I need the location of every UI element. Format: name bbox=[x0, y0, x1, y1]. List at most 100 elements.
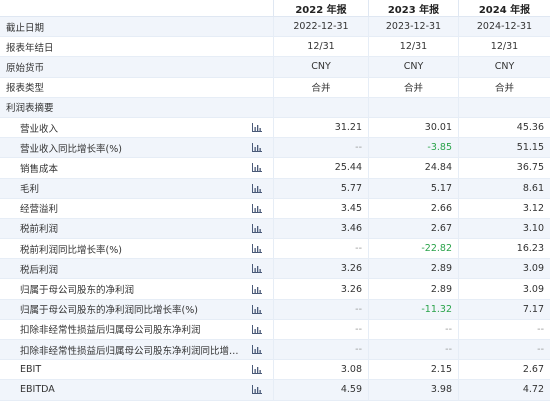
cell-value: 2.66 bbox=[368, 198, 458, 218]
cell-value: 2024-12-31 bbox=[458, 17, 550, 37]
cell-value: 2022-12-31 bbox=[273, 17, 368, 37]
cell-value: 7.17 bbox=[458, 299, 550, 319]
bar-chart-icon[interactable] bbox=[241, 279, 273, 298]
cell-value: -- bbox=[368, 340, 458, 360]
column-header-2023[interactable]: 2023 年报 bbox=[368, 0, 458, 16]
cell-value: 合并 bbox=[273, 77, 368, 97]
table-row: 税前利润 3.46 2.67 3.10 bbox=[0, 218, 550, 240]
cell-value: 8.61 bbox=[458, 178, 550, 198]
cell-value: 12/31 bbox=[458, 37, 550, 57]
header-icon-spacer bbox=[241, 0, 273, 16]
bar-chart-icon[interactable] bbox=[241, 320, 273, 339]
row-label: 报表年结日 bbox=[6, 42, 54, 54]
column-header-2022[interactable]: 2022 年报 bbox=[273, 0, 368, 16]
row-label: 扣除非经常性损益后归属母公司股东净利润 bbox=[20, 325, 201, 337]
row-label: 毛利 bbox=[20, 184, 40, 196]
cell-value: 3.26 bbox=[273, 259, 368, 279]
bar-chart-icon[interactable] bbox=[241, 239, 273, 258]
cell-value: 30.01 bbox=[368, 117, 458, 138]
row-label: EBIT bbox=[20, 364, 42, 376]
cell-value: 45.36 bbox=[458, 117, 550, 138]
cell-value: -3.85 bbox=[368, 138, 458, 158]
row-label: 经营溢利 bbox=[20, 204, 59, 216]
bar-chart-icon[interactable] bbox=[241, 340, 273, 359]
row-label: 税前利润 bbox=[20, 224, 59, 236]
table-row: 扣除非经常性损益后归属母公司股东净利润 -- -- -- bbox=[0, 319, 550, 340]
cell-value: 51.15 bbox=[458, 138, 550, 158]
cell-value: 3.08 bbox=[273, 360, 368, 380]
bar-chart-icon[interactable] bbox=[241, 300, 273, 319]
cell-value: 3.46 bbox=[273, 218, 368, 239]
meta-row: 报表类型 合并 合并 合并 bbox=[0, 77, 550, 98]
row-label: 税后利润 bbox=[20, 264, 59, 276]
cell-value: 2.67 bbox=[458, 360, 550, 380]
bar-chart-icon[interactable] bbox=[241, 138, 273, 157]
cell-value: 2.89 bbox=[368, 279, 458, 299]
cell-value: 3.09 bbox=[458, 279, 550, 299]
icon-spacer bbox=[241, 78, 273, 97]
cell-value: 3.45 bbox=[273, 198, 368, 218]
column-header-2024[interactable]: 2024 年报 bbox=[458, 0, 550, 16]
table-row: 扣除非经常性损益后归属母公司股东净利润同比增长... -- -- -- bbox=[0, 340, 550, 361]
section-title: 利润表摘要 bbox=[6, 103, 54, 115]
icon-spacer bbox=[241, 98, 273, 117]
cell-value: 3.26 bbox=[273, 279, 368, 299]
cell-value: 12/31 bbox=[273, 37, 368, 57]
cell-value: 5.77 bbox=[273, 178, 368, 198]
table-row: 归属于母公司股东的净利润同比增长率(%) -- -11.32 7.17 bbox=[0, 299, 550, 320]
cell-value: -- bbox=[458, 319, 550, 339]
meta-row: 原始货币 CNY CNY CNY bbox=[0, 57, 550, 78]
row-label: 归属于母公司股东的净利润同比增长率(%) bbox=[20, 305, 198, 317]
table-row: 经营溢利 3.45 2.66 3.12 bbox=[0, 198, 550, 219]
cell-value: -- bbox=[273, 319, 368, 339]
cell-empty bbox=[368, 97, 458, 117]
cell-value: CNY bbox=[368, 57, 458, 77]
row-label: 原始货币 bbox=[6, 62, 45, 74]
table-row: 营业收入 31.21 30.01 45.36 bbox=[0, 117, 550, 139]
cell-value: 36.75 bbox=[458, 158, 550, 178]
cell-value: -- bbox=[368, 319, 458, 339]
cell-value: 4.72 bbox=[458, 380, 550, 400]
icon-spacer bbox=[241, 57, 273, 76]
row-label: EBITDA bbox=[20, 384, 55, 396]
cell-value: 3.10 bbox=[458, 218, 550, 239]
bar-chart-icon[interactable] bbox=[241, 179, 273, 198]
cell-value: 2.67 bbox=[368, 218, 458, 239]
cell-value: 25.44 bbox=[273, 158, 368, 178]
cell-value: CNY bbox=[273, 57, 368, 77]
bar-chart-icon[interactable] bbox=[241, 199, 273, 218]
cell-value: 24.84 bbox=[368, 158, 458, 178]
table-row: 销售成本 25.44 24.84 36.75 bbox=[0, 158, 550, 179]
bar-chart-icon[interactable] bbox=[241, 360, 273, 379]
cell-value: 4.59 bbox=[273, 380, 368, 400]
table-header-row: 2022 年报 2023 年报 2024 年报 bbox=[0, 0, 550, 17]
row-label: 营业收入 bbox=[20, 123, 59, 135]
cell-value: 2.89 bbox=[368, 259, 458, 279]
bar-chart-icon[interactable] bbox=[241, 380, 273, 399]
cell-value: 2.15 bbox=[368, 360, 458, 380]
table-row: 税后利润 3.26 2.89 3.09 bbox=[0, 259, 550, 280]
cell-value: -11.32 bbox=[368, 299, 458, 319]
bar-chart-icon[interactable] bbox=[241, 219, 273, 238]
icon-spacer bbox=[241, 17, 273, 36]
cell-value: 5.17 bbox=[368, 178, 458, 198]
cell-value: -- bbox=[273, 138, 368, 158]
cell-value: CNY bbox=[458, 57, 550, 77]
row-label: 归属于母公司股东的净利润 bbox=[20, 285, 135, 297]
row-label: 税前利润同比增长率(%) bbox=[20, 244, 122, 256]
row-label: 报表类型 bbox=[6, 83, 45, 95]
cell-value: 2023-12-31 bbox=[368, 17, 458, 37]
cell-value: 31.21 bbox=[273, 117, 368, 138]
cell-value: -- bbox=[273, 299, 368, 319]
table-row: EBIT 3.08 2.15 2.67 bbox=[0, 360, 550, 381]
cell-value: 3.98 bbox=[368, 380, 458, 400]
meta-row: 报表年结日 12/31 12/31 12/31 bbox=[0, 37, 550, 58]
row-label: 截止日期 bbox=[6, 22, 45, 34]
table-row: 营业收入同比增长率(%) -- -3.85 51.15 bbox=[0, 138, 550, 159]
cell-value: -- bbox=[273, 239, 368, 259]
bar-chart-icon[interactable] bbox=[241, 118, 273, 137]
cell-value: 合并 bbox=[458, 77, 550, 97]
bar-chart-icon[interactable] bbox=[241, 259, 273, 278]
bar-chart-icon[interactable] bbox=[241, 158, 273, 177]
icon-spacer bbox=[241, 37, 273, 56]
